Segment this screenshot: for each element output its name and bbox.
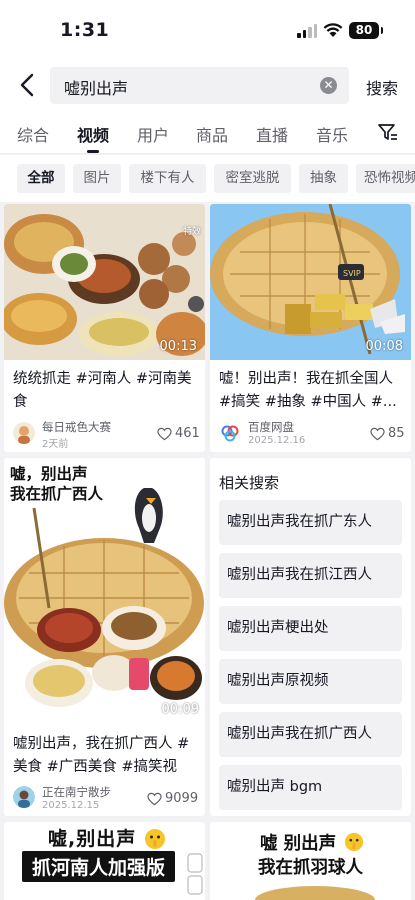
svg-text:SVIP: SVIP: [343, 269, 361, 278]
tab-user[interactable]: 用户: [137, 122, 169, 146]
post-date: 2天前: [42, 439, 69, 450]
video-card[interactable]: 嘘,别出声 抓河南人加强版: [4, 822, 205, 900]
video-card[interactable]: 嘘，别出声 我在抓广西人 00:09 嘘别出声，我在抓广西人 #美食 #广西美食…: [4, 458, 205, 816]
tab-comprehensive[interactable]: 综合: [17, 122, 49, 146]
filter-icon[interactable]: [378, 123, 398, 141]
heart-icon: [147, 792, 162, 805]
related-search-item[interactable]: 嘘别出声我在抓江西人: [219, 553, 402, 598]
like-count[interactable]: 85: [370, 426, 405, 441]
thumbnail-caption-1: 嘘，别出声: [10, 465, 88, 483]
search-button[interactable]: 搜索: [366, 75, 398, 99]
like-count[interactable]: 461: [157, 426, 200, 441]
video-card[interactable]: 嘘 别出声 我在抓羽球人: [210, 822, 411, 900]
side-control-icon: [187, 853, 203, 895]
search-input[interactable]: 嘘别出声 ✕: [50, 67, 349, 104]
video-thumbnail: 嘘 别出声 我在抓羽球人: [210, 822, 411, 900]
avatar: [13, 786, 35, 808]
thumbnail-caption-2: 抓河南人加强版: [22, 851, 176, 882]
post-date: 2025.12.15: [42, 800, 100, 811]
related-search-item[interactable]: 嘘别出声梗出处: [219, 606, 402, 651]
wifi-icon: [323, 23, 343, 37]
tab-goods[interactable]: 商品: [196, 122, 228, 146]
like-count[interactable]: 9099: [147, 791, 198, 806]
post-date: 2025.12.16: [248, 435, 306, 446]
back-icon[interactable]: [16, 72, 40, 98]
shush-emoji-icon: [344, 832, 364, 852]
related-searches-title: 相关搜索: [219, 474, 280, 492]
video-thumbnail: 00:13 特效: [4, 204, 205, 360]
related-searches: 相关搜索 嘘别出声我在抓广东人 嘘别出声我在抓江西人 嘘别出声梗出处 嘘别出声原…: [210, 458, 411, 816]
video-thumbnail: SVIP 00:08: [210, 204, 411, 360]
author-name[interactable]: 百度网盘: [248, 419, 294, 435]
heart-icon: [370, 427, 385, 440]
video-title: 嘘！别出声！我在抓全国人 #搞笑 #抽象 #中国人 #...: [219, 371, 397, 410]
related-search-item[interactable]: 嘘别出声我在抓广东人: [219, 500, 402, 545]
thumbnail-caption-1: 嘘,别出声: [48, 828, 137, 850]
search-query: 嘘别出声: [64, 79, 129, 98]
filter-chips: 全部 图片 楼下有人 密室逃脱 抽象 恐怖视频: [0, 155, 415, 202]
thumbnail-caption-2: 我在抓羽球人: [258, 858, 363, 878]
video-card[interactable]: 00:13 特效 统统抓走 #河南人 #河南美食 每日戒色大赛 2天前 461: [4, 204, 205, 452]
related-search-item[interactable]: 嘘别出声 bgm: [219, 765, 402, 810]
chip-abstract[interactable]: 抽象: [299, 164, 348, 193]
like-count-value: 9099: [165, 791, 199, 806]
chip-all[interactable]: 全部: [17, 164, 65, 193]
effect-badge: 特效: [182, 227, 201, 237]
video-card[interactable]: SVIP 00:08 嘘！别出声！我在抓全国人 #搞笑 #抽象 #中国人 #..…: [210, 204, 411, 452]
author-name[interactable]: 每日戒色大赛: [42, 419, 111, 435]
search-header: 嘘别出声 ✕ 搜索: [0, 60, 415, 110]
signal-icon: [297, 24, 317, 38]
author-name[interactable]: 正在南宁散步: [42, 784, 111, 800]
video-thumbnail: 嘘,别出声 抓河南人加强版: [4, 822, 205, 900]
video-duration: 00:09: [161, 702, 199, 717]
baidu-netdisk-logo: [219, 422, 241, 444]
status-time: 1:31: [60, 19, 110, 41]
chip-escape-room[interactable]: 密室逃脱: [214, 164, 291, 193]
like-count-value: 85: [388, 426, 405, 441]
result-tabs: 综合 视频 用户 商品 直播 音乐: [0, 110, 415, 154]
tab-active-indicator: [87, 150, 99, 153]
related-search-item[interactable]: 嘘别出声原视频: [219, 659, 402, 704]
video-title: 嘘别出声，我在抓广西人 #美食 #广西美食 #搞笑视频...: [13, 736, 190, 775]
shush-emoji-icon: [145, 829, 165, 849]
thumbnail-caption-2: 我在抓广西人: [10, 485, 104, 503]
tab-live[interactable]: 直播: [256, 122, 288, 146]
tab-video[interactable]: 视频: [77, 122, 109, 146]
video-duration: 00:13: [159, 339, 197, 354]
chip-images[interactable]: 图片: [73, 164, 121, 193]
avatar: [13, 422, 35, 444]
clear-icon[interactable]: ✕: [320, 77, 337, 94]
video-duration: 00:08: [365, 339, 403, 354]
chip-downstairs[interactable]: 楼下有人: [129, 164, 206, 193]
basket-image: [255, 886, 375, 900]
like-count-value: 461: [175, 426, 200, 441]
video-title: 统统抓走 #河南人 #河南美食: [13, 371, 192, 410]
heart-icon: [157, 427, 172, 440]
chip-horror[interactable]: 恐怖视频: [356, 164, 415, 193]
battery-icon: 80: [349, 22, 383, 39]
status-bar: 1:31 80: [0, 0, 415, 60]
related-search-item[interactable]: 嘘别出声我在抓广西人: [219, 712, 402, 757]
thumbnail-caption-1: 嘘 别出声: [260, 834, 337, 854]
tab-music[interactable]: 音乐: [316, 122, 348, 146]
video-thumbnail: 嘘，别出声 我在抓广西人 00:09: [4, 458, 205, 725]
